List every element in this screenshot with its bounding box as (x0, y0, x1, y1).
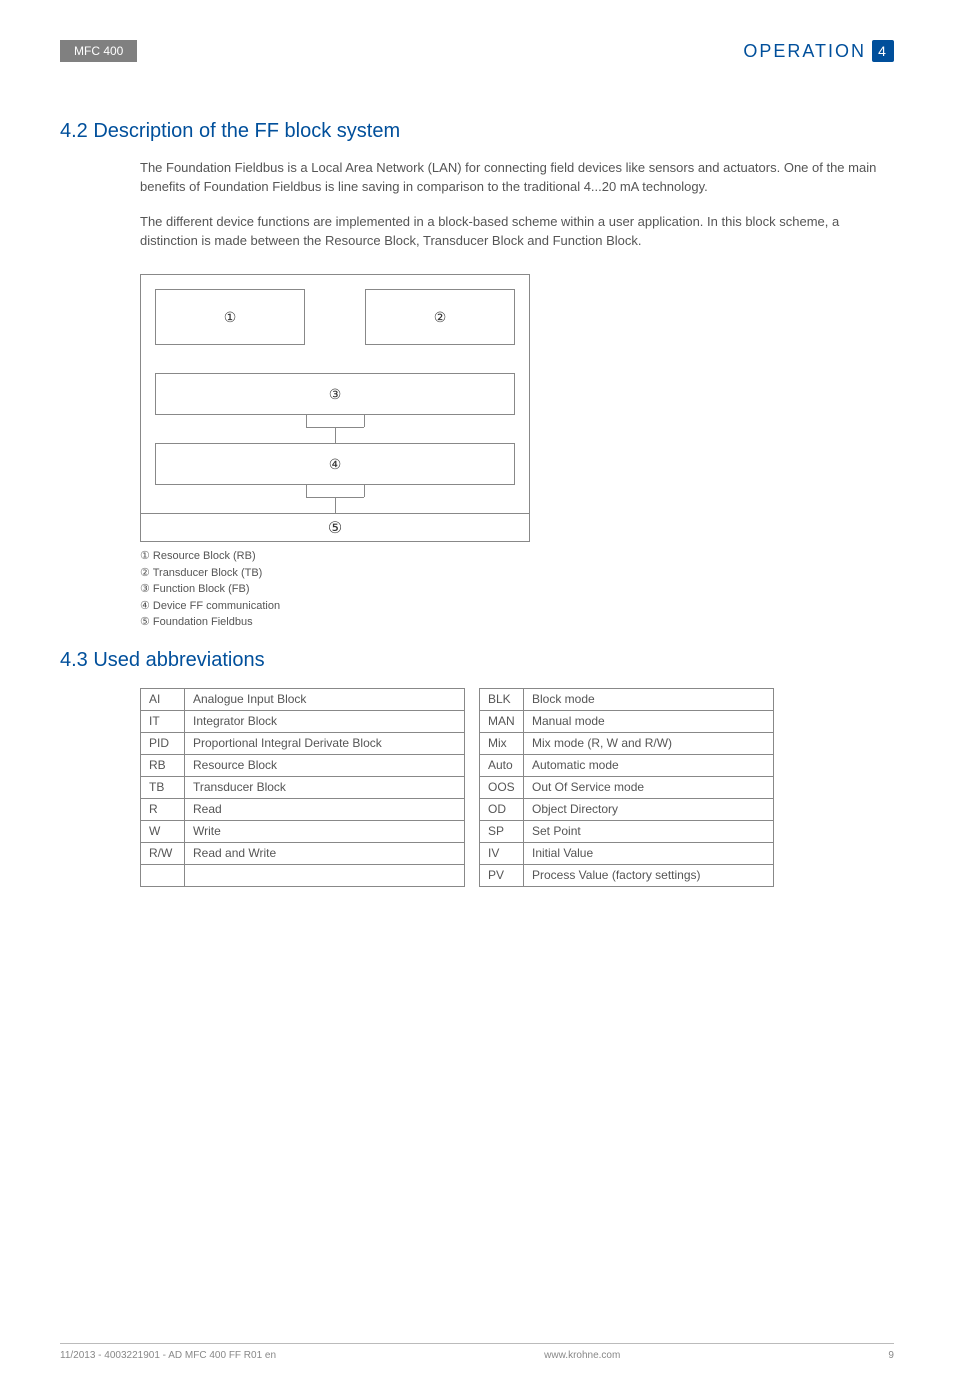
section-number-badge: 4 (872, 40, 894, 62)
table-row: AutoAutomatic mode (480, 754, 774, 776)
para-4-2-1: The Foundation Fieldbus is a Local Area … (140, 159, 880, 197)
table-row: PIDProportional Integral Derivate Block (141, 732, 465, 754)
abbr-table-right: BLKBlock mode MANManual mode MixMix mode… (479, 688, 774, 887)
page-header: MFC 400 OPERATION 4 (60, 40, 894, 62)
abbr-table-left: AIAnalogue Input Block ITIntegrator Bloc… (140, 688, 465, 887)
table-row: RBResource Block (141, 754, 465, 776)
diagram-box-3: ③ (155, 373, 515, 415)
diagram-legend: ① Resource Block (RB) ② Transducer Block… (140, 548, 894, 631)
product-tag: MFC 400 (60, 40, 137, 62)
block-diagram: ① ② ③ ④ ⑤ (140, 274, 530, 542)
diagram-box-4: ④ (155, 443, 515, 485)
abbreviation-tables: AIAnalogue Input Block ITIntegrator Bloc… (140, 688, 894, 887)
heading-4-3: 4.3 Used abbreviations (60, 649, 894, 672)
diagram-box-5: ⑤ (141, 513, 529, 541)
table-row: OOSOut Of Service mode (480, 776, 774, 798)
table-row: MixMix mode (R, W and R/W) (480, 732, 774, 754)
diagram-box-1: ① (155, 289, 305, 345)
footer-center: www.krohne.com (544, 1350, 620, 1361)
section-title-bar: OPERATION 4 (743, 40, 894, 62)
table-row: SPSet Point (480, 820, 774, 842)
legend-3: ③ Function Block (FB) (140, 581, 894, 598)
table-row: ODObject Directory (480, 798, 774, 820)
table-row: PVProcess Value (factory settings) (480, 864, 774, 886)
para-4-2-2: The different device functions are imple… (140, 213, 880, 251)
legend-1: ① Resource Block (RB) (140, 548, 894, 565)
table-row: AIAnalogue Input Block (141, 688, 465, 710)
footer-left: 11/2013 - 4003221901 - AD MFC 400 FF R01… (60, 1350, 276, 1361)
heading-4-2: 4.2 Description of the FF block system (60, 120, 894, 143)
legend-2: ② Transducer Block (TB) (140, 565, 894, 582)
diagram-box-2: ② (365, 289, 515, 345)
table-row: ITIntegrator Block (141, 710, 465, 732)
section-title: OPERATION (743, 41, 866, 62)
legend-5: ⑤ Foundation Fieldbus (140, 614, 894, 631)
table-row: RRead (141, 798, 465, 820)
footer-page-number: 9 (888, 1350, 894, 1361)
table-row: MANManual mode (480, 710, 774, 732)
table-row (141, 864, 465, 886)
table-row: TBTransducer Block (141, 776, 465, 798)
table-row: R/WRead and Write (141, 842, 465, 864)
legend-4: ④ Device FF communication (140, 598, 894, 615)
table-row: BLKBlock mode (480, 688, 774, 710)
table-row: WWrite (141, 820, 465, 842)
page-footer: 11/2013 - 4003221901 - AD MFC 400 FF R01… (60, 1343, 894, 1361)
table-row: IVInitial Value (480, 842, 774, 864)
